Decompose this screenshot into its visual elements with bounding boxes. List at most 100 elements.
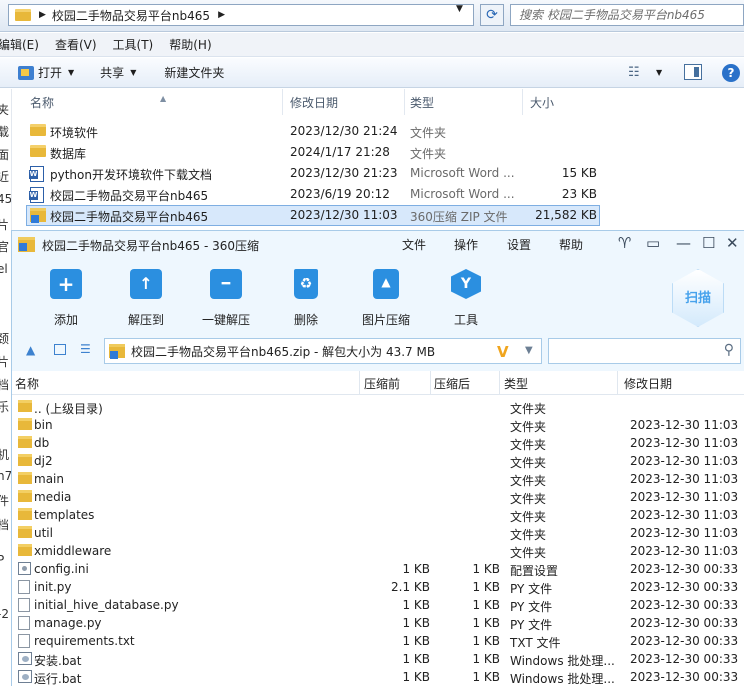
nav-fragment[interactable]: 官 xyxy=(0,238,9,255)
column-divider[interactable] xyxy=(499,371,500,395)
nav-fragment[interactable]: 载 xyxy=(0,123,9,140)
file-row[interactable]: 校园二手物品交易平台nb465 2023/6/19 20:12 Microsof… xyxy=(26,184,600,205)
one-click-extract-button[interactable]: 一键解压 xyxy=(191,269,261,328)
chevron-right-icon[interactable]: ▶ xyxy=(39,10,46,20)
zip-title-bar[interactable]: 校园二手物品交易平台nb465 - 360压缩 文件 操作 设置 帮助 ♈ ▭ … xyxy=(12,231,744,259)
new-folder-button[interactable]: 新建文件夹 xyxy=(164,64,224,81)
archive-row[interactable]: .. (上级目录) 文件夹 xyxy=(12,398,744,416)
column-divider[interactable] xyxy=(430,371,431,395)
column-size[interactable]: 大小 xyxy=(530,94,554,111)
refresh-button[interactable]: ⟳ xyxy=(480,4,504,26)
archive-row[interactable]: media 文件夹 2023-12-30 11:03 xyxy=(12,488,744,506)
column-modified[interactable]: 修改日期 xyxy=(290,94,338,111)
one-click-extract-label: 一键解压 xyxy=(201,313,250,327)
nav-fragment[interactable]: -2 xyxy=(0,607,9,621)
up-arrow-icon[interactable]: ▲ xyxy=(26,343,35,357)
archive-row[interactable]: manage.py 1 KB 1 KB PY 文件 2023-12-30 00:… xyxy=(12,614,744,632)
column-type[interactable]: 类型 xyxy=(410,94,434,111)
column-packed[interactable]: 压缩前 xyxy=(364,375,400,392)
archive-row[interactable]: bin 文件夹 2023-12-30 11:03 xyxy=(12,416,744,434)
maximize-icon[interactable]: ☐ xyxy=(702,234,715,252)
search-input[interactable]: 搜索 校园二手物品交易平台nb465 xyxy=(510,4,744,26)
file-type: Microsoft Word ... xyxy=(410,187,515,201)
zip-menu-file[interactable]: 文件 xyxy=(402,236,426,253)
address-path[interactable]: 校园二手物品交易平台nb465 xyxy=(52,7,210,24)
menu-tools[interactable]: 工具(T) xyxy=(113,36,154,53)
nav-fragment[interactable]: 档 xyxy=(0,516,9,533)
nav-fragment[interactable]: 颈 xyxy=(0,330,9,347)
tools-button[interactable]: 工具 xyxy=(431,269,501,328)
archive-row[interactable]: initial_hive_database.py 1 KB 1 KB PY 文件… xyxy=(12,596,744,614)
column-divider[interactable] xyxy=(359,371,360,395)
skin-icon[interactable]: ♈ xyxy=(618,234,631,252)
add-button[interactable]: 添加 xyxy=(31,269,101,328)
address-box[interactable]: ▶ 校园二手物品交易平台nb465 ▶ xyxy=(8,4,474,26)
column-divider[interactable] xyxy=(617,371,618,395)
archive-row[interactable]: db 文件夹 2023-12-30 11:03 xyxy=(12,434,744,452)
column-divider[interactable] xyxy=(282,89,283,115)
menu-help[interactable]: 帮助(H) xyxy=(169,36,211,53)
column-name[interactable]: 名称 xyxy=(15,375,39,392)
archive-row[interactable]: dj2 文件夹 2023-12-30 11:03 xyxy=(12,452,744,470)
close-icon[interactable]: ✕ xyxy=(726,234,739,252)
scan-button[interactable]: 扫描 xyxy=(672,269,724,327)
nav-fragment[interactable]: 件 xyxy=(0,492,9,509)
archive-row[interactable]: main 文件夹 2023-12-30 11:03 xyxy=(12,470,744,488)
menu-view[interactable]: 查看(V) xyxy=(55,36,97,53)
column-divider[interactable] xyxy=(522,89,523,115)
zip-search-input[interactable]: ⚲ xyxy=(548,338,741,364)
preview-pane-icon[interactable] xyxy=(684,64,702,80)
list-view-icon[interactable]: ☰ xyxy=(80,342,91,356)
extract-to-button[interactable]: 解压到 xyxy=(111,269,181,328)
column-modified[interactable]: 修改日期 xyxy=(624,375,672,392)
feedback-icon[interactable]: ▭ xyxy=(646,234,660,252)
image-compress-button[interactable]: 图片压缩 xyxy=(351,269,421,328)
nav-fragment[interactable]: 片 xyxy=(0,216,9,233)
archive-row[interactable]: init.py 2.1 KB 1 KB PY 文件 2023-12-30 00:… xyxy=(12,578,744,596)
archive-row[interactable]: util 文件夹 2023-12-30 11:03 xyxy=(12,524,744,542)
column-name[interactable]: 名称 xyxy=(30,94,54,111)
archive-row[interactable]: 运行.bat 1 KB 1 KB Windows 批处理... 2023-12-… xyxy=(12,668,744,686)
thumbnail-view-icon[interactable] xyxy=(54,344,66,355)
nav-fragment[interactable]: 45 xyxy=(0,192,11,206)
zip-menu-help[interactable]: 帮助 xyxy=(559,236,583,253)
archive-row[interactable]: config.ini 1 KB 1 KB 配置设置 2023-12-30 00:… xyxy=(12,560,744,578)
share-button[interactable]: 共享 ▼ xyxy=(100,64,136,81)
chevron-right-icon[interactable]: ▶ xyxy=(218,10,225,20)
column-size[interactable]: 压缩后 xyxy=(434,375,470,392)
archive-row[interactable]: templates 文件夹 2023-12-30 11:03 xyxy=(12,506,744,524)
extract-to-label: 解压到 xyxy=(127,313,164,327)
nav-fragment[interactable]: 面 xyxy=(0,146,9,163)
chevron-down-icon[interactable]: ▼ xyxy=(525,345,533,356)
entry-type: 文件夹 xyxy=(510,438,547,452)
zip-menu-operate[interactable]: 操作 xyxy=(454,236,478,253)
nav-fragment[interactable]: 近 xyxy=(0,168,9,185)
help-icon[interactable]: ? xyxy=(722,64,740,82)
view-options-icon[interactable]: ☷ xyxy=(628,65,640,80)
column-type[interactable]: 类型 xyxy=(504,375,528,392)
column-divider[interactable] xyxy=(404,89,405,115)
minimize-icon[interactable]: — xyxy=(676,234,691,252)
nav-fragment[interactable]: 档 xyxy=(0,376,9,393)
menu-edit[interactable]: 编辑(E) xyxy=(0,36,39,53)
zip-menu-settings[interactable]: 设置 xyxy=(507,236,531,253)
file-row[interactable]: 数据库 2024/1/17 21:28 文件夹 xyxy=(26,142,600,163)
nav-fragment[interactable]: · P xyxy=(0,539,11,567)
archive-row[interactable]: requirements.txt 1 KB 1 KB TXT 文件 2023-1… xyxy=(12,632,744,650)
delete-button[interactable]: 删除 xyxy=(271,269,341,328)
search-icon[interactable]: ⚲ xyxy=(724,342,734,358)
nav-fragment[interactable]: 片 xyxy=(0,353,9,370)
nav-fragment[interactable]: 机 xyxy=(0,446,9,463)
archive-row[interactable]: 安装.bat 1 KB 1 KB Windows 批处理... 2023-12-… xyxy=(12,650,744,668)
file-row-selected[interactable]: 校园二手物品交易平台nb465 2023/12/30 11:03 360压缩 Z… xyxy=(26,205,600,226)
archive-path-box[interactable]: 校园二手物品交易平台nb465.zip - 解包大小为 43.7 MB V ▼ xyxy=(104,338,542,364)
open-button[interactable]: 打开 ▼ xyxy=(18,64,74,81)
nav-fragment[interactable]: 乐 xyxy=(0,398,9,415)
file-row[interactable]: 环境软件 2023/12/30 21:24 文件夹 xyxy=(26,121,600,142)
nav-fragment[interactable]: 夹 xyxy=(0,101,9,118)
chevron-down-icon[interactable]: ▼ xyxy=(456,4,463,14)
nav-fragment[interactable]: el xyxy=(0,262,8,276)
chevron-down-icon[interactable]: ▼ xyxy=(656,68,662,77)
file-row[interactable]: python开发环境软件下载文档 2023/12/30 21:23 Micros… xyxy=(26,163,600,184)
archive-row[interactable]: xmiddleware 文件夹 2023-12-30 11:03 xyxy=(12,542,744,560)
